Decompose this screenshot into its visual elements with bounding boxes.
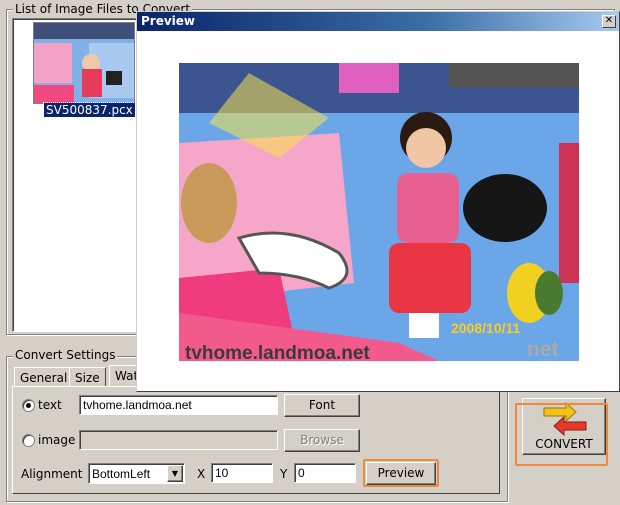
convert-button-highlight [515, 403, 608, 466]
file-thumbnail[interactable] [33, 22, 135, 104]
preview-window-title: Preview [141, 14, 196, 28]
x-offset-field[interactable] [211, 463, 273, 483]
preview-window[interactable]: Preview ✕ 2008/10/11 tvhome.landmoa.net [136, 11, 620, 392]
close-icon[interactable]: ✕ [602, 15, 616, 28]
alignment-label: Alignment [21, 467, 83, 481]
preview-photo: 2008/10/11 tvhome.landmoa.net [179, 63, 579, 361]
file-name-label: SV500837.pcx [43, 102, 136, 118]
photo-watermark: tvhome.landmoa.net [185, 343, 370, 361]
preview-photo-image: 2008/10/11 tvhome.landmoa.net [179, 63, 579, 361]
tab-general[interactable]: General [14, 367, 74, 387]
convert-settings-title: Convert Settings [13, 348, 118, 362]
preview-button-highlight [363, 459, 439, 487]
y-offset-field[interactable] [294, 463, 356, 483]
watermark-image-field[interactable] [79, 430, 278, 450]
font-button[interactable]: Font [284, 394, 360, 417]
browse-button[interactable]: Browse [284, 429, 360, 452]
preview-titlebar[interactable]: Preview ✕ [137, 12, 619, 31]
radio-dot [26, 403, 31, 408]
y-label: Y [280, 467, 288, 481]
text-radio-label: text [38, 398, 62, 412]
text-radio[interactable] [22, 399, 35, 412]
alignment-select[interactable]: ▼ [88, 463, 185, 484]
x-label: X [197, 467, 206, 481]
image-radio[interactable] [22, 434, 35, 447]
watermark-text-field[interactable] [79, 395, 278, 415]
chevron-down-icon[interactable]: ▼ [167, 465, 183, 482]
photo-date-stamp: 2008/10/11 [451, 320, 521, 336]
tab-size[interactable]: Size [69, 367, 106, 387]
ghost-watermark: net [527, 338, 559, 361]
image-radio-label: image [38, 433, 76, 447]
thumbnail-photo [34, 23, 134, 103]
